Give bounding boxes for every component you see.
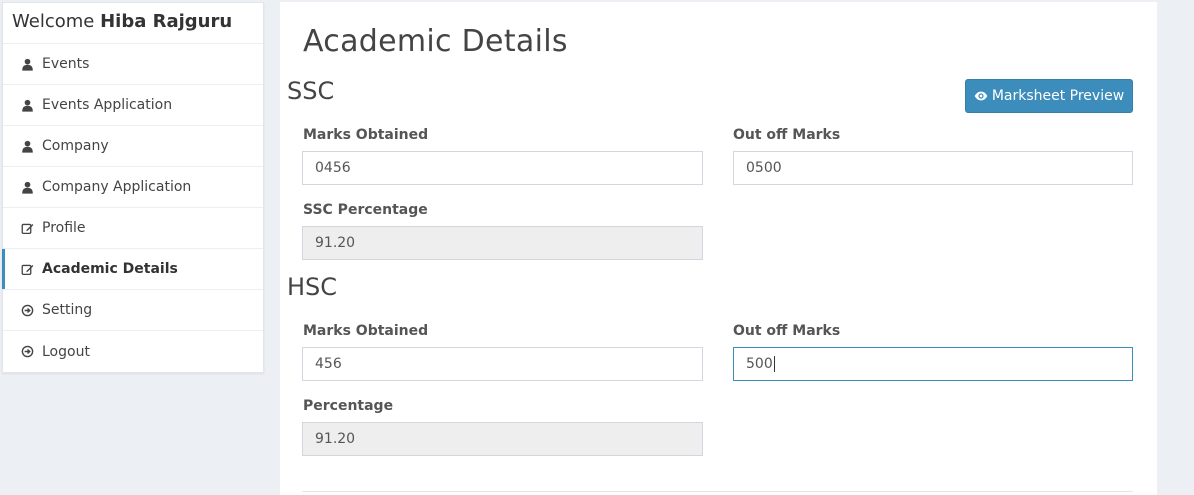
arrow-circle-icon xyxy=(20,303,34,317)
sidebar-item-academic-details[interactable]: Academic Details xyxy=(2,249,263,290)
sidebar-item-label: Setting xyxy=(42,302,93,318)
sidebar-item-label: Academic Details xyxy=(42,261,178,277)
page-title: Academic Details xyxy=(303,24,568,59)
hsc-out-of-input[interactable]: 500 xyxy=(733,347,1133,381)
ssc-section-title: SSC xyxy=(287,77,335,105)
sidebar-item-label: Events Application xyxy=(42,97,173,113)
ssc-percentage-label: SSC Percentage xyxy=(303,202,428,218)
ssc-marks-label: Marks Obtained xyxy=(303,127,429,143)
sidebar-item-company-application[interactable]: Company Application xyxy=(3,167,263,208)
hsc-marks-input[interactable]: 456 xyxy=(302,347,703,381)
sidebar-item-company[interactable]: Company xyxy=(3,126,263,167)
sidebar-item-setting[interactable]: Setting xyxy=(3,290,263,331)
user-icon xyxy=(20,98,34,112)
hsc-out-of-value: 500 xyxy=(746,356,773,372)
sidebar-item-label: Events xyxy=(42,56,90,72)
main-panel: Academic Details SSC Marksheet Preview M… xyxy=(280,2,1157,495)
ssc-percentage-input: 91.20 xyxy=(302,226,703,260)
marksheet-preview-button[interactable]: Marksheet Preview xyxy=(965,79,1133,113)
ssc-out-of-label: Out off Marks xyxy=(733,127,841,143)
edit-icon xyxy=(20,221,34,235)
sidebar-item-events[interactable]: Events xyxy=(3,44,263,85)
sidebar-item-events-application[interactable]: Events Application xyxy=(3,85,263,126)
user-icon xyxy=(20,57,34,71)
sidebar-item-logout[interactable]: Logout xyxy=(3,331,263,372)
welcome-header: Welcome Hiba Rajguru xyxy=(3,3,263,44)
section-divider xyxy=(302,491,1133,492)
hsc-out-of-label: Out off Marks xyxy=(733,323,841,339)
marksheet-preview-label: Marksheet Preview xyxy=(991,88,1125,104)
hsc-percentage-label: Percentage xyxy=(303,398,394,414)
text-caret xyxy=(773,356,775,372)
edit-icon xyxy=(20,262,34,276)
sidebar-item-label: Company xyxy=(42,138,109,154)
sidebar-item-profile[interactable]: Profile xyxy=(3,208,263,249)
user-icon xyxy=(20,139,34,153)
ssc-out-of-input[interactable]: 0500 xyxy=(733,151,1133,185)
sidebar-item-label: Logout xyxy=(42,343,90,360)
hsc-marks-label: Marks Obtained xyxy=(303,323,429,339)
user-name: Hiba Rajguru xyxy=(100,11,233,32)
user-icon xyxy=(20,180,34,194)
ssc-marks-input[interactable]: 0456 xyxy=(302,151,703,185)
hsc-section-title: HSC xyxy=(287,273,338,301)
eye-icon xyxy=(974,91,988,101)
welcome-prefix: Welcome xyxy=(12,11,95,32)
arrow-circle-icon xyxy=(20,345,34,359)
sidebar-item-label: Company Application xyxy=(42,179,192,195)
hsc-percentage-input: 91.20 xyxy=(302,422,703,456)
sidebar-item-label: Profile xyxy=(42,220,86,236)
sidebar: Welcome Hiba Rajguru Events Events Appli… xyxy=(2,2,264,373)
